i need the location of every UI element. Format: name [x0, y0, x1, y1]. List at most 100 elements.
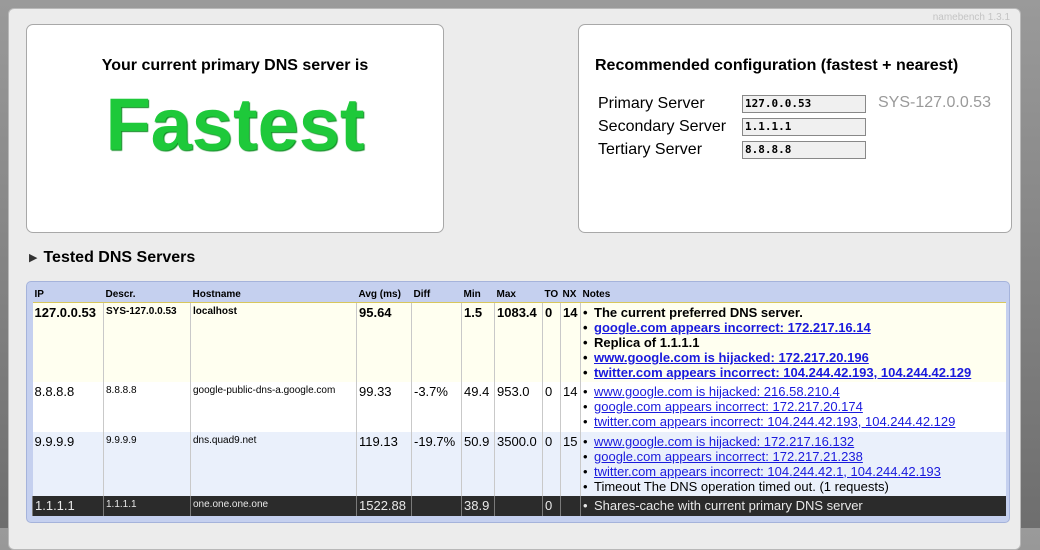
cell-nx: 14 [560, 381, 581, 432]
list-item: twitter.com appears incorrect: 104.244.4… [583, 365, 1004, 380]
note-link[interactable]: google.com appears incorrect: 172.217.16… [594, 320, 871, 335]
secondary-server-field[interactable]: 1.1.1.1 [742, 118, 866, 136]
recommended-config-panel: Recommended configuration (fastest + nea… [578, 24, 1012, 233]
cell-diff [411, 302, 462, 382]
column-header: Notes [580, 286, 1006, 303]
cell-notes: www.google.com is hijacked: 216.58.210.4… [580, 381, 1006, 432]
cell-hostname: localhost [190, 302, 357, 382]
tertiary-server-field[interactable]: 8.8.8.8 [742, 141, 866, 159]
triangle-right-icon: ▶ [29, 252, 38, 264]
tertiary-server-label: Tertiary Server [598, 141, 703, 158]
column-header: TO [542, 286, 561, 303]
note-text: Shares-cache with current primary DNS se… [594, 497, 863, 513]
cell-avg: 119.13 [356, 431, 412, 496]
list-item: Replica of 1.1.1.1 [583, 335, 1004, 350]
notes-list: The current preferred DNS server.google.… [583, 305, 1004, 380]
note-text: Timeout The DNS operation timed out. (1 … [594, 478, 889, 494]
cell-notes: Shares-cache with current primary DNS se… [580, 495, 1006, 516]
cell-to: 0 [542, 431, 561, 496]
cell-ip: 1.1.1.1 [32, 495, 104, 516]
list-item: Shares-cache with current primary DNS se… [583, 498, 1004, 513]
note-text: The current preferred DNS server. [594, 305, 803, 320]
column-header: Avg (ms) [356, 286, 412, 303]
table-row: 1.1.1.1 1.1.1.1 one.one.one.one 1522.88 38.9… [32, 495, 1006, 516]
primary-server-descr: SYS-127.0.0.53 [878, 94, 991, 111]
notes-list: www.google.com is hijacked: 172.217.16.1… [583, 434, 1004, 494]
cell-to: 0 [542, 302, 561, 382]
note-link[interactable]: twitter.com appears incorrect: 104.244.4… [594, 464, 941, 479]
cell-diff: -3.7% [411, 381, 462, 432]
results-page: namebench 1.3.1 Your current primary DNS… [8, 8, 1021, 550]
column-header: Hostname [190, 286, 357, 303]
list-item: twitter.com appears incorrect: 104.244.4… [583, 414, 1004, 429]
list-item: twitter.com appears incorrect: 104.244.4… [583, 464, 1004, 479]
note-link[interactable]: google.com appears incorrect: 172.217.21… [594, 449, 863, 464]
tested-servers-table-panel: IP Descr. Hostname Avg (ms) Diff Min Max… [26, 281, 1010, 523]
cell-to: 0 [542, 495, 561, 516]
cell-ip: 8.8.8.8 [32, 381, 104, 432]
cell-notes: www.google.com is hijacked: 172.217.16.1… [580, 431, 1006, 496]
tested-servers-toggle[interactable]: ▶ Tested DNS Servers [29, 249, 195, 267]
cell-avg: 95.64 [356, 302, 412, 382]
cell-min: 1.5 [461, 302, 495, 382]
note-text: Replica of 1.1.1.1 [594, 335, 700, 350]
cell-max: 3500.0 [494, 431, 543, 496]
list-item: google.com appears incorrect: 172.217.16… [583, 320, 1004, 335]
cell-descr: 8.8.8.8 [103, 381, 191, 432]
note-link[interactable]: www.google.com is hijacked: 216.58.210.4 [594, 384, 840, 399]
cell-ip: 127.0.0.53 [32, 302, 104, 382]
list-item: Timeout The DNS operation timed out. (1 … [583, 479, 1004, 494]
cell-descr: SYS-127.0.0.53 [103, 302, 191, 382]
cell-nx: 14 [560, 302, 581, 382]
cell-nx [560, 495, 581, 516]
note-link[interactable]: twitter.com appears incorrect: 104.244.4… [594, 414, 955, 429]
cell-descr: 1.1.1.1 [103, 495, 191, 516]
cell-max [494, 495, 543, 516]
cell-ip: 9.9.9.9 [32, 431, 104, 496]
table-header-row: IP Descr. Hostname Avg (ms) Diff Min Max… [32, 286, 1006, 303]
current-server-panel: Your current primary DNS server is Faste… [26, 24, 444, 233]
list-item: www.google.com is hijacked: 172.217.16.1… [583, 434, 1004, 449]
cell-hostname: dns.quad9.net [190, 431, 357, 496]
cell-diff [411, 495, 462, 516]
list-item: www.google.com is hijacked: 172.217.20.1… [583, 350, 1004, 365]
primary-server-field[interactable]: 127.0.0.53 [742, 95, 866, 113]
cell-min: 50.9 [461, 431, 495, 496]
table-row: 8.8.8.8 8.8.8.8 google-public-dns-a.google… [32, 381, 1006, 432]
column-header: Diff [411, 286, 462, 303]
cell-nx: 15 [560, 431, 581, 496]
cell-avg: 99.33 [356, 381, 412, 432]
cell-max: 953.0 [494, 381, 543, 432]
cell-hostname: one.one.one.one [190, 495, 357, 516]
column-header: NX [560, 286, 581, 303]
recommended-config-title: Recommended configuration (fastest + nea… [595, 57, 959, 74]
table-row: 127.0.0.53 SYS-127.0.0.53 localhost 95.64 1.… [32, 302, 1006, 382]
secondary-server-label: Secondary Server [598, 118, 727, 135]
tested-servers-table: IP Descr. Hostname Avg (ms) Diff Min Max… [32, 286, 1006, 516]
current-server-title: Your current primary DNS server is [101, 57, 369, 74]
note-link[interactable]: google.com appears incorrect: 172.217.20… [594, 399, 863, 414]
cell-avg: 1522.88 [356, 495, 412, 516]
list-item: google.com appears incorrect: 172.217.21… [583, 449, 1004, 464]
cell-to: 0 [542, 381, 561, 432]
column-header: Max [494, 286, 543, 303]
version-label: namebench 1.3.1 [932, 12, 1010, 23]
cell-notes: The current preferred DNS server.google.… [580, 302, 1006, 382]
table-row: 9.9.9.9 9.9.9.9 dns.quad9.net 119.13 -19.7% 5… [32, 431, 1006, 496]
cell-hostname: google-public-dns-a.google.com [190, 381, 357, 432]
notes-list: www.google.com is hijacked: 216.58.210.4… [583, 384, 1004, 429]
list-item: www.google.com is hijacked: 216.58.210.4 [583, 384, 1004, 399]
tested-servers-title: Tested DNS Servers [43, 249, 196, 266]
primary-server-label: Primary Server [598, 95, 705, 112]
column-header: Descr. [103, 286, 191, 303]
notes-list: Shares-cache with current primary DNS se… [583, 498, 1004, 513]
note-link[interactable]: twitter.com appears incorrect: 104.244.4… [594, 365, 971, 380]
note-link[interactable]: www.google.com is hijacked: 172.217.16.1… [594, 434, 854, 449]
note-link[interactable]: www.google.com is hijacked: 172.217.20.1… [594, 350, 869, 365]
cell-min: 38.9 [461, 495, 495, 516]
column-header: IP [32, 286, 104, 303]
current-server-verdict: Fastest [105, 83, 365, 166]
list-item: google.com appears incorrect: 172.217.20… [583, 399, 1004, 414]
cell-diff: -19.7% [411, 431, 462, 496]
cell-descr: 9.9.9.9 [103, 431, 191, 496]
